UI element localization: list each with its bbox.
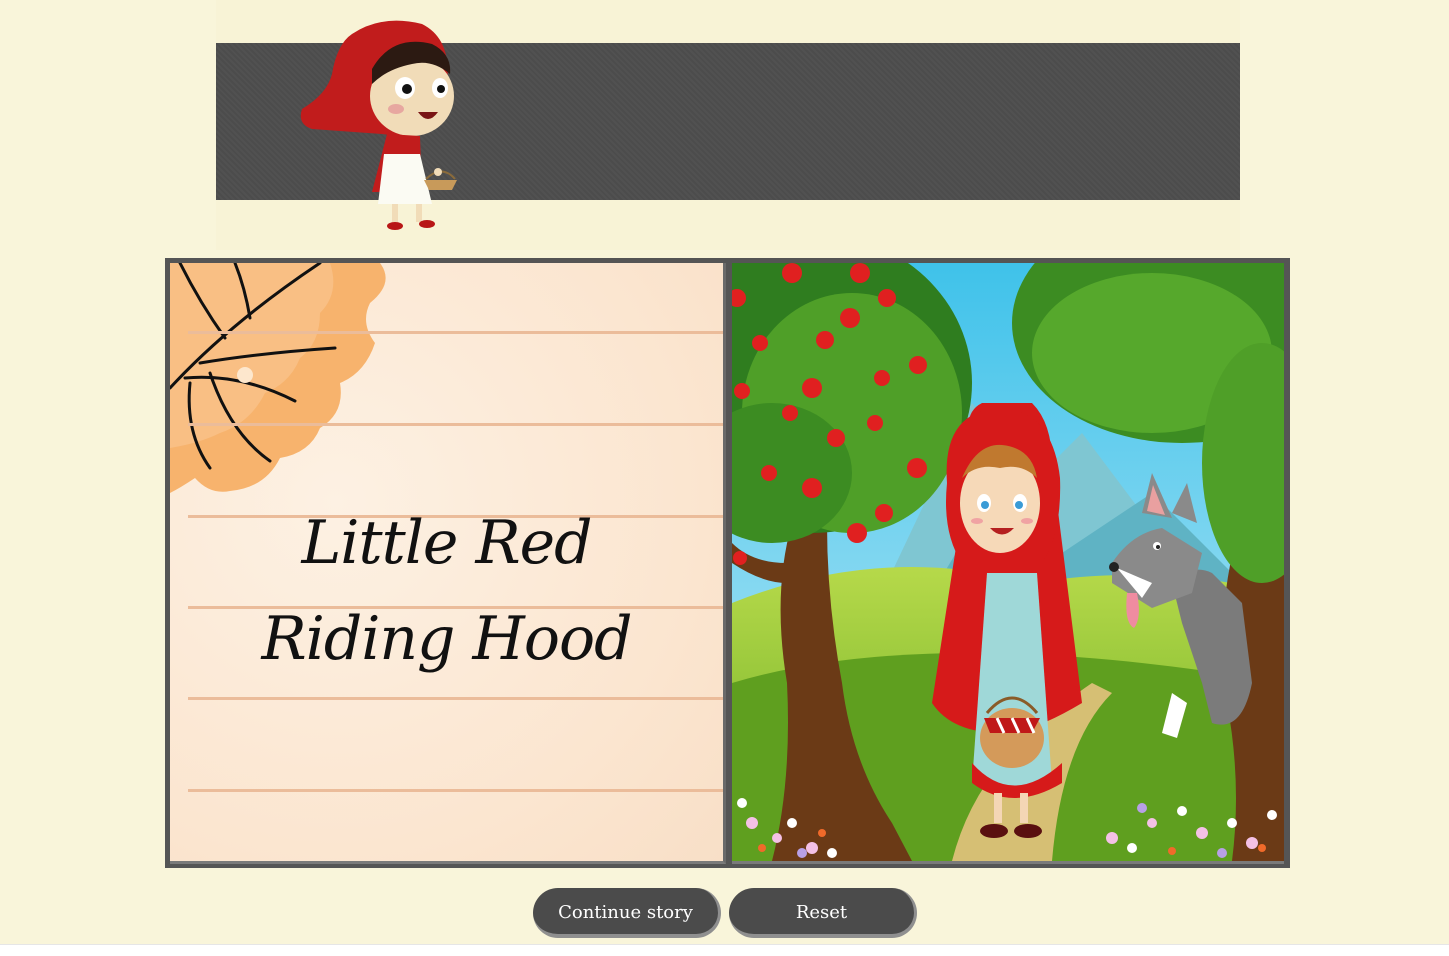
bottom-edge [0,944,1449,956]
ruled-line [188,789,723,792]
continue-story-button[interactable]: Continue story [533,888,721,938]
forest-scene-illustration [732,263,1284,861]
story-text-page: Little Red Riding Hood [170,263,726,864]
story-title-line-2: Riding Hood [261,604,632,674]
mascot-icon [300,20,457,230]
ruled-line [188,331,723,334]
story-controls: Continue story Reset [533,888,923,944]
story-title-line-1: Little Red [301,508,592,578]
page: Little Red Riding Hood Continue story Re… [0,0,1449,956]
story-title: Little Red Riding Hood [170,495,723,687]
ruled-line [188,423,723,426]
story-book: Little Red Riding Hood [165,258,1290,868]
story-illustration [732,263,1284,864]
leaf-icon [170,263,386,493]
reset-button[interactable]: Reset [729,888,917,938]
ruled-line [188,697,723,700]
